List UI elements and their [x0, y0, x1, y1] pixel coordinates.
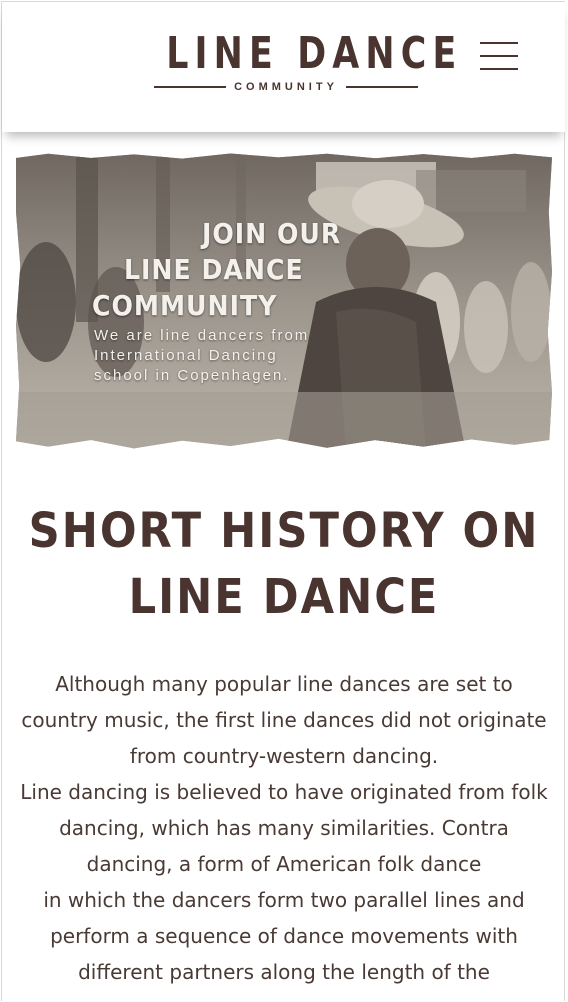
hero-title-line: LINE DANCE: [124, 253, 304, 286]
hero-title-line: COMMUNITY: [92, 289, 278, 322]
hero-banner: JOIN OUR LINE DANCE COMMUNITY We are lin…: [16, 153, 552, 449]
logo-title: LINE DANCE: [166, 28, 463, 79]
logo-rule-left: [154, 86, 227, 88]
site-header: LINE DANCE COMMUNITY: [2, 2, 565, 132]
menu-bar-bottom: [480, 68, 518, 70]
logo-rule-right: [345, 86, 419, 88]
hero-title: JOIN OUR LINE DANCE COMMUNITY: [92, 216, 342, 324]
section-title: SHORT HISTORY ON LINE DANCE: [28, 503, 540, 625]
hero-description: We are line dancers from International D…: [94, 327, 310, 384]
site-logo[interactable]: LINE DANCE COMMUNITY: [150, 28, 463, 98]
hero-text-block: JOIN OUR LINE DANCE COMMUNITY We are lin…: [92, 216, 342, 386]
history-paragraph: Although many popular line dances are se…: [20, 672, 548, 984]
hamburger-menu-icon[interactable]: [478, 40, 520, 74]
logo-subtitle-row: COMMUNITY: [154, 80, 419, 94]
logo-subtitle: COMMUNITY: [234, 81, 338, 93]
menu-bar-top: [480, 42, 518, 44]
menu-bar-middle: [480, 55, 518, 57]
hero-title-line: JOIN OUR: [202, 217, 342, 250]
